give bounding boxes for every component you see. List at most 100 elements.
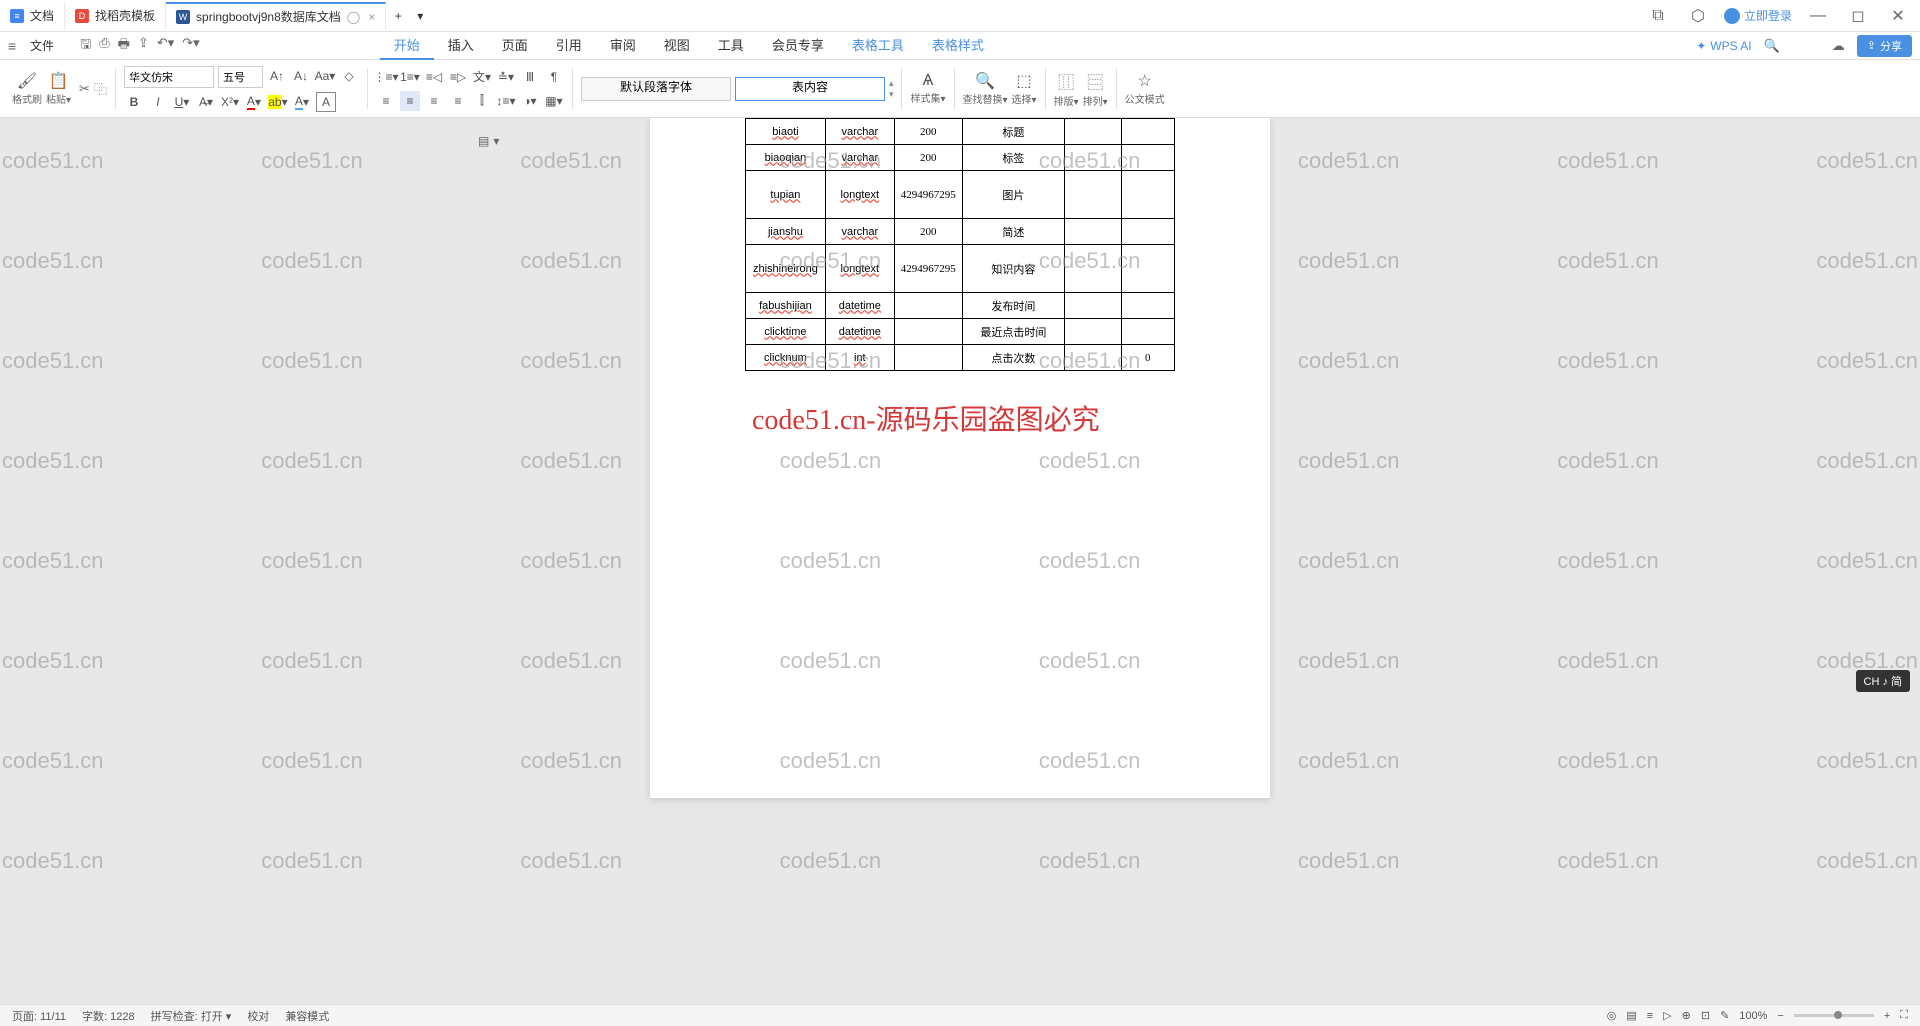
decrease-indent-icon[interactable]: ≡◁ xyxy=(424,67,444,87)
align-toggle-icon[interactable]: ≛▾ xyxy=(496,67,516,87)
table-cell[interactable] xyxy=(1121,293,1174,319)
font-size-select[interactable] xyxy=(218,66,263,88)
distribute-icon[interactable]: ⫿ xyxy=(472,91,492,111)
table-cell[interactable]: 0 xyxy=(1121,345,1174,371)
wps-ai-button[interactable]: ✦ WPS AI xyxy=(1696,39,1751,53)
table-cell[interactable]: biaoqian xyxy=(746,145,826,171)
style-default[interactable]: 默认段落字体 xyxy=(581,77,731,101)
tab-member[interactable]: 会员专享 xyxy=(758,31,838,60)
zoom-in-icon[interactable]: + xyxy=(1884,1010,1890,1022)
maximize-icon[interactable]: ◻ xyxy=(1844,2,1872,30)
pen-icon[interactable]: ✎ xyxy=(1720,1009,1729,1022)
tab-insert[interactable]: 插入 xyxy=(434,31,488,60)
bold-icon[interactable]: B xyxy=(124,92,144,112)
table-cell[interactable]: biaoti xyxy=(746,119,826,145)
table-cell[interactable]: longtext xyxy=(825,171,894,219)
status-spell[interactable]: 拼写检查: 打开 ▾ xyxy=(151,1008,232,1024)
table-cell[interactable] xyxy=(1064,219,1121,245)
table-cell[interactable] xyxy=(1121,145,1174,171)
arrange-button[interactable]: ⿳ 排列▾ xyxy=(1083,69,1108,108)
print-preview-icon[interactable]: ⎙ xyxy=(99,35,109,57)
style-set-button[interactable]: Ѧ 样式集▾ xyxy=(910,72,945,105)
tab-template[interactable]: D 找稻壳模板 xyxy=(65,2,166,30)
table-cell[interactable]: 点击次数 xyxy=(962,345,1064,371)
table-cell[interactable]: datetime xyxy=(825,293,894,319)
table-cell[interactable]: zhishineirong xyxy=(746,245,826,293)
zoom-label[interactable]: 100% xyxy=(1739,1010,1767,1022)
status-proof[interactable]: 校对 xyxy=(247,1008,269,1024)
table-cell[interactable]: 知识内容 xyxy=(962,245,1064,293)
table-cell[interactable]: varchar xyxy=(825,119,894,145)
format-brush-button[interactable]: 🖌 格式刷 xyxy=(12,71,42,106)
table-cell[interactable] xyxy=(1121,245,1174,293)
paste-button[interactable]: 📋 粘贴▾ xyxy=(46,71,71,106)
export-icon[interactable]: ⇪ xyxy=(138,35,149,57)
table-cell[interactable]: int xyxy=(825,345,894,371)
tab-view[interactable]: 视图 xyxy=(650,31,704,60)
shading-icon[interactable]: A▾ xyxy=(292,92,312,112)
gov-mode-button[interactable]: ☆ 公文模式 xyxy=(1125,71,1165,106)
highlight-icon[interactable]: ab▾ xyxy=(268,92,288,112)
tab-table-tools[interactable]: 表格工具 xyxy=(838,31,918,60)
table-cell[interactable] xyxy=(1064,119,1121,145)
table-cell[interactable]: 200 xyxy=(894,119,962,145)
table-cell[interactable] xyxy=(1121,171,1174,219)
table-cell[interactable]: tupian xyxy=(746,171,826,219)
border-icon[interactable]: ▦▾ xyxy=(544,91,564,111)
status-page[interactable]: 页面: 11/11 xyxy=(12,1008,66,1024)
bullets-icon[interactable]: ⋮≡▾ xyxy=(376,67,396,87)
cut-icon[interactable]: ✂ xyxy=(79,81,90,97)
clear-format-icon[interactable]: ◇ xyxy=(339,66,359,86)
close-window-icon[interactable]: ✕ xyxy=(1884,2,1912,30)
login-button[interactable]: 立即登录 xyxy=(1724,7,1792,24)
table-cell[interactable]: 标题 xyxy=(962,119,1064,145)
line-spacing-icon[interactable]: ↕≡▾ xyxy=(496,91,516,111)
tab-current-doc[interactable]: W springbootvj9n8数据库文档 ◯ × xyxy=(166,2,386,30)
sort-icon[interactable]: Ⅲ xyxy=(520,67,540,87)
table-cell[interactable]: 发布时间 xyxy=(962,293,1064,319)
tab-tools[interactable]: 工具 xyxy=(704,31,758,60)
table-cell[interactable] xyxy=(1064,171,1121,219)
view-outline-icon[interactable]: ≡ xyxy=(1647,1010,1653,1022)
shading-fill-icon[interactable]: ◑▾ xyxy=(520,91,540,111)
table-cell[interactable]: 200 xyxy=(894,219,962,245)
table-cell[interactable] xyxy=(894,345,962,371)
table-cell[interactable] xyxy=(1121,119,1174,145)
align-right-icon[interactable]: ≡ xyxy=(424,91,444,111)
new-tab-button[interactable]: + xyxy=(386,2,410,30)
target-icon[interactable]: ◎ xyxy=(1607,1009,1617,1022)
change-case-icon[interactable]: Aa▾ xyxy=(315,66,335,86)
search-icon[interactable]: 🔍 xyxy=(1764,38,1780,54)
save-icon[interactable]: 🖫 xyxy=(80,35,91,57)
table-cell[interactable] xyxy=(1121,319,1174,345)
table-cell[interactable]: fabushijian xyxy=(746,293,826,319)
table-cell[interactable] xyxy=(1121,219,1174,245)
table-cell[interactable] xyxy=(894,293,962,319)
cloud-icon[interactable]: ☁ xyxy=(1832,38,1845,54)
tab-review[interactable]: 审阅 xyxy=(596,31,650,60)
view-read-icon[interactable]: ▷ xyxy=(1663,1009,1671,1022)
tab-documents[interactable]: ≡ 文档 xyxy=(0,2,65,30)
table-cell[interactable]: clicknum xyxy=(746,345,826,371)
table-cell[interactable]: 200 xyxy=(894,145,962,171)
zoom-out-icon[interactable]: − xyxy=(1777,1010,1783,1022)
decrease-font-icon[interactable]: A↓ xyxy=(291,66,311,86)
hamburger-icon[interactable]: ≡ xyxy=(8,38,16,54)
text-direction-icon[interactable]: 文▾ xyxy=(472,67,492,87)
page-nav-button[interactable]: ▤ ▾ xyxy=(478,134,499,148)
table-cell[interactable]: jianshu xyxy=(746,219,826,245)
table-cell[interactable]: 图片 xyxy=(962,171,1064,219)
tab-start[interactable]: 开始 xyxy=(380,31,434,60)
document-area[interactable]: ▤ ▾ biaotivarchar200标题biaoqianvarchar200… xyxy=(0,118,1920,1004)
tab-table-style[interactable]: 表格样式 xyxy=(918,31,998,60)
redo-icon[interactable]: ↷▾ xyxy=(182,35,199,57)
minimize-icon[interactable]: — xyxy=(1804,2,1832,30)
table-cell[interactable] xyxy=(1064,145,1121,171)
close-icon[interactable]: × xyxy=(368,10,375,24)
table-cell[interactable]: varchar xyxy=(825,145,894,171)
table-cell[interactable]: 简述 xyxy=(962,219,1064,245)
align-center-icon[interactable]: ≡ xyxy=(400,91,420,111)
table-cell[interactable] xyxy=(1064,293,1121,319)
file-menu[interactable]: 文件 xyxy=(24,37,60,54)
show-marks-icon[interactable]: ¶ xyxy=(544,67,564,87)
